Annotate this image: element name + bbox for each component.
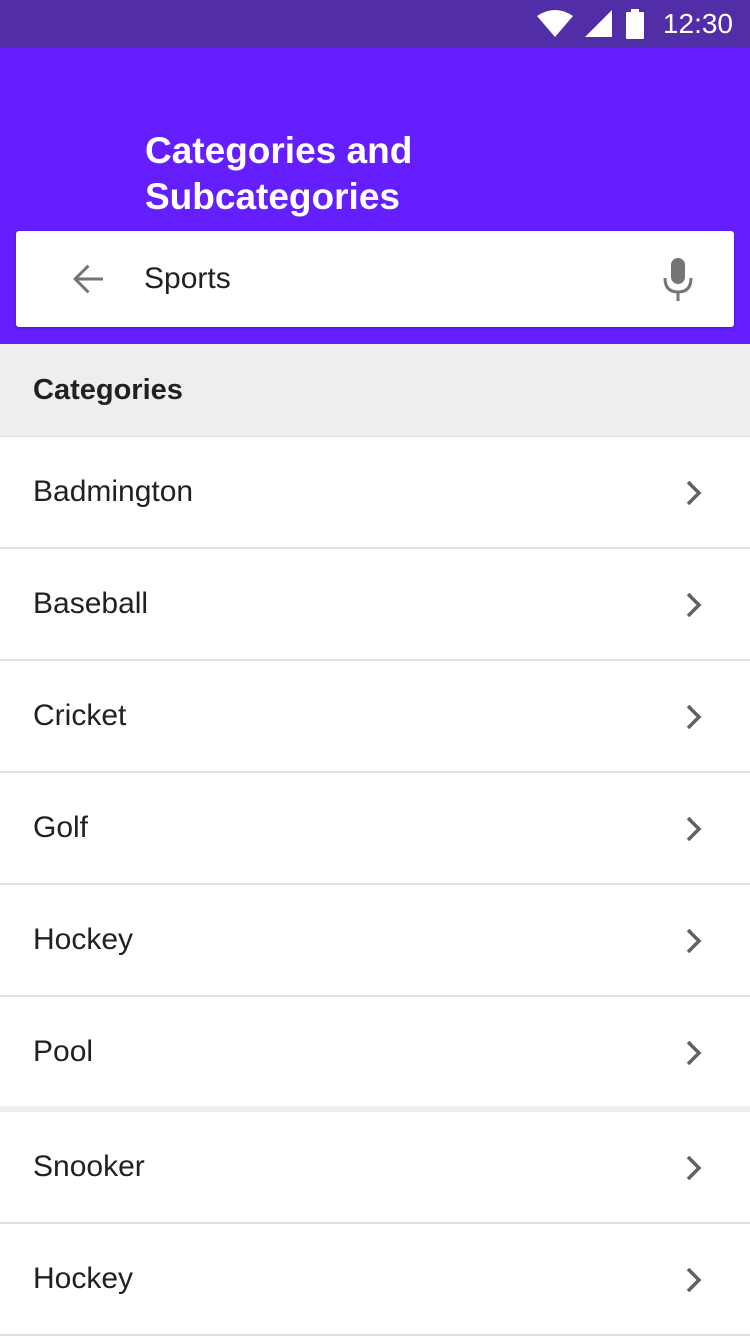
page-title: Categories and Subcategories [145,130,413,217]
chevron-right-icon [683,1266,707,1294]
list-item-label: Hockey [33,923,134,956]
list-item-label: Hockey [33,1262,134,1295]
arrow-back-icon[interactable] [70,261,106,297]
list-item[interactable]: Snooker [0,1112,750,1224]
list-item-label: Pool [33,1034,94,1068]
list-item[interactable]: Badmington [0,437,750,549]
status-bar: 12:30 [0,0,750,48]
list-item[interactable]: Hockey [0,885,750,997]
section-header: Categories [0,344,750,437]
battery-icon [625,9,645,39]
cellular-signal-icon [584,10,613,38]
list-item-label: Baseball [33,587,149,620]
list-item[interactable]: Golf [0,773,750,885]
chevron-right-icon [683,815,707,843]
list-item[interactable]: Baseball [0,549,750,661]
search-input[interactable] [144,231,624,327]
category-list: Badmington Baseball Cricket Golf Hockey … [0,437,750,1336]
chevron-right-icon [683,1154,707,1182]
status-time: 12:30 [662,8,733,39]
chevron-right-icon [683,1039,707,1067]
list-item[interactable]: Hockey [0,1224,750,1336]
microphone-icon[interactable] [660,256,696,302]
wifi-icon [536,10,573,38]
list-item-label: Badmington [33,475,194,508]
list-item-label: Golf [33,811,89,844]
chevron-right-icon [683,703,707,731]
chevron-right-icon [683,591,707,619]
chevron-right-icon [683,927,707,955]
list-item[interactable]: Cricket [0,661,750,773]
list-item-label: Snooker [33,1150,145,1183]
chevron-right-icon [683,479,707,507]
search-bar [16,231,734,327]
list-item-label: Cricket [33,699,127,732]
list-item[interactable]: Pool [0,997,750,1112]
